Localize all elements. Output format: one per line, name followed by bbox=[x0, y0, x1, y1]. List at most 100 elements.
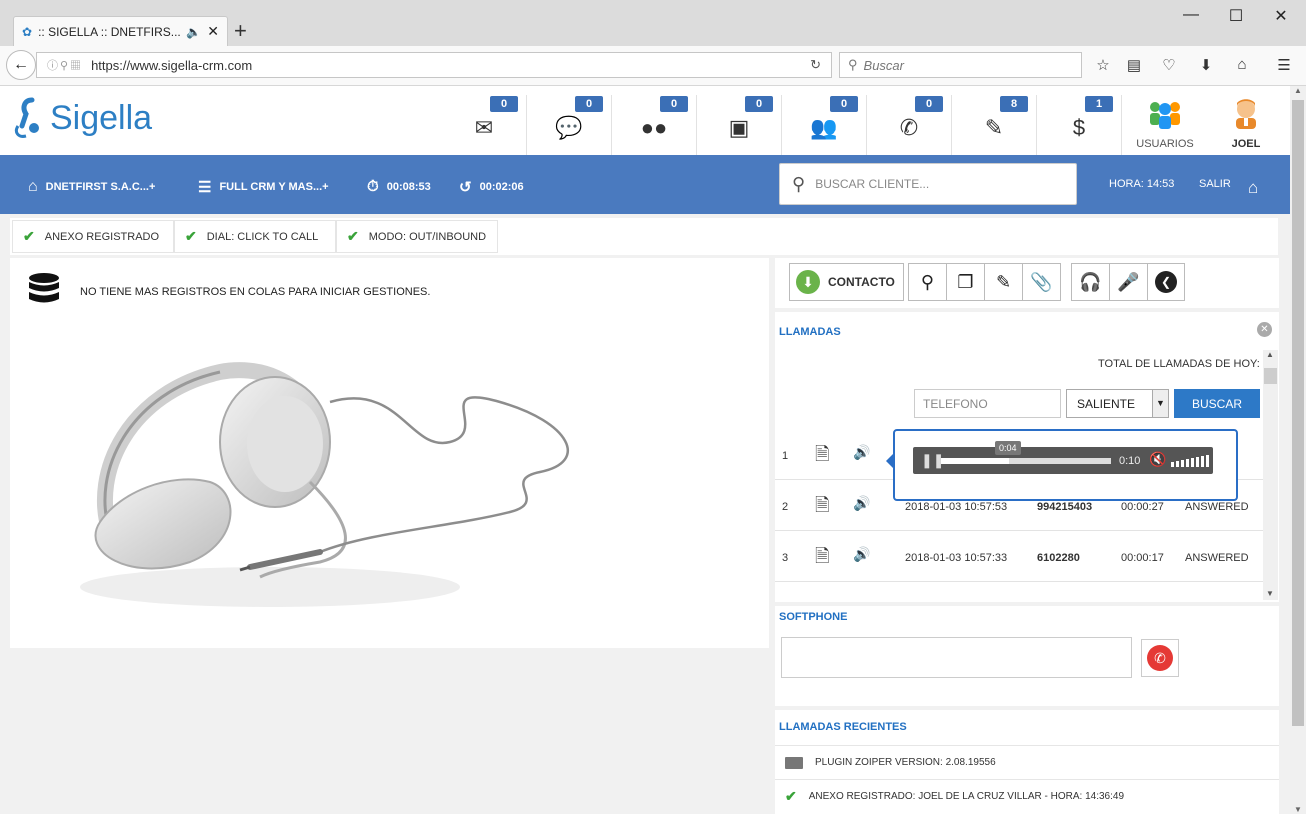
home-icon: ⌂ bbox=[28, 178, 38, 195]
user-name: JOEL bbox=[1231, 138, 1261, 150]
download-file-icon[interactable]: 🗎 bbox=[815, 544, 829, 574]
reading-list-icon[interactable]: ▤ bbox=[1124, 56, 1144, 74]
calls-scrollbar[interactable]: ▲ ▼ bbox=[1263, 350, 1278, 600]
plugin-icon bbox=[785, 756, 803, 769]
back-circle-button[interactable]: ❮ bbox=[1147, 263, 1185, 301]
download-icon[interactable]: ⬇ bbox=[1196, 56, 1216, 74]
copy-button[interactable]: ❐ bbox=[946, 263, 985, 301]
new-tab-button[interactable]: + bbox=[234, 18, 247, 44]
edit-button[interactable]: ✎ bbox=[984, 263, 1023, 301]
count-badge: 0 bbox=[745, 96, 773, 112]
user-menu[interactable]: JOEL bbox=[1206, 95, 1286, 155]
pocket-icon[interactable]: ♡ bbox=[1159, 56, 1179, 74]
close-window-button[interactable]: ✕ bbox=[1266, 6, 1296, 26]
download-circle-icon: ⬇ bbox=[796, 270, 820, 294]
clock-label: HORA: 14:53 bbox=[1109, 178, 1175, 190]
search-contact-button[interactable]: ⚲ bbox=[908, 263, 947, 301]
page-scroll-thumb[interactable] bbox=[1292, 100, 1304, 726]
sms-icon: 💬 bbox=[555, 115, 583, 140]
reload-icon[interactable]: ↻ bbox=[810, 57, 821, 73]
browser-search-input[interactable]: ⚲ Buscar bbox=[839, 52, 1082, 78]
header-envelope-button[interactable]: ✉ 0 bbox=[442, 95, 527, 155]
scroll-thumb[interactable] bbox=[1264, 368, 1277, 384]
users-group-icon: 👥 bbox=[810, 115, 838, 140]
search-icon: ⚲ bbox=[848, 57, 858, 72]
back-circle-icon: ❮ bbox=[1155, 271, 1177, 293]
play-audio-icon[interactable]: 🔊 bbox=[853, 495, 870, 512]
chevron-down-icon: ▼ bbox=[1152, 390, 1168, 417]
queue-message: NO TIENE MAS REGISTROS EN COLAS PARA INI… bbox=[80, 286, 431, 298]
scroll-up-icon[interactable]: ▲ bbox=[1294, 86, 1302, 95]
close-panel-icon[interactable]: ✕ bbox=[1257, 322, 1272, 337]
header-voicemail-button[interactable]: ●● 0 bbox=[612, 95, 697, 155]
stopwatch-icon: ⏱ bbox=[367, 178, 379, 195]
client-search-input[interactable]: ⚲ BUSCAR CLIENTE... bbox=[779, 163, 1077, 205]
header-zoiper-button[interactable]: ▣ 0 bbox=[697, 95, 782, 155]
bookmark-star-icon[interactable]: ☆ bbox=[1093, 56, 1113, 74]
envelope-icon: ✉ bbox=[474, 115, 494, 140]
sigella-logo[interactable]: Sigella bbox=[12, 96, 152, 140]
header-users-group-button[interactable]: 👥 0 bbox=[782, 95, 867, 155]
softphone-number-input[interactable] bbox=[781, 637, 1132, 678]
download-file-icon[interactable]: 🗎 bbox=[815, 493, 829, 523]
url-bar[interactable]: ⓘ⚲▦ https://www.sigella-crm.com ↻ bbox=[36, 52, 832, 78]
buscar-button[interactable]: BUSCAR bbox=[1174, 389, 1260, 418]
phone-call-icon: ✆ bbox=[899, 115, 919, 140]
logo-text: Sigella bbox=[50, 98, 153, 137]
microphone-button[interactable]: 🎤 bbox=[1109, 263, 1148, 301]
page-scrollbar[interactable]: ▲ ▼ bbox=[1290, 86, 1306, 814]
home-exit-icon[interactable]: ⌂ bbox=[1248, 178, 1258, 198]
site-info-icon[interactable]: ⓘ⚲▦ bbox=[47, 57, 83, 73]
session-bar bbox=[0, 155, 1290, 214]
site-favicon-icon: ✿ bbox=[22, 24, 33, 39]
scroll-up-icon[interactable]: ▲ bbox=[1266, 350, 1274, 359]
company-selector[interactable]: ⌂ DNETFIRST S.A.C...+ bbox=[28, 178, 155, 196]
status-dial: ✔ DIAL: CLICK TO CALL bbox=[174, 220, 336, 253]
header-phone-call-button[interactable]: ✆ 0 bbox=[867, 95, 952, 155]
close-tab-icon[interactable]: ✕ bbox=[207, 23, 219, 40]
mute-icon[interactable]: 🔇 bbox=[1149, 451, 1166, 468]
check-icon: ✔ bbox=[23, 228, 35, 244]
hangup-button[interactable]: ✆ bbox=[1141, 639, 1179, 677]
tab-title: :: SIGELLA :: DNETFIRS... bbox=[38, 24, 181, 39]
headset-logo-icon bbox=[14, 97, 39, 138]
audio-seekbar[interactable] bbox=[941, 458, 1111, 464]
check-icon: ✔ bbox=[185, 228, 197, 244]
speaker-icon[interactable]: 🔈 bbox=[186, 25, 201, 39]
users-colored-icon bbox=[1150, 102, 1180, 129]
home-icon[interactable]: ⌂ bbox=[1232, 56, 1252, 73]
edit-icon: ✎ bbox=[995, 271, 1012, 292]
count-badge: 0 bbox=[575, 96, 603, 112]
logout-link[interactable]: SALIR bbox=[1199, 178, 1231, 190]
audio-duration: 0:10 bbox=[1119, 455, 1141, 467]
list-item: PLUGIN ZOIPER VERSION: 2.08.19556 bbox=[775, 745, 1279, 779]
copy-icon: ❐ bbox=[957, 271, 974, 292]
scroll-down-icon[interactable]: ▼ bbox=[1294, 805, 1302, 814]
play-audio-icon[interactable]: 🔊 bbox=[853, 546, 870, 563]
header-edit-button[interactable]: ✎ 8 bbox=[952, 95, 1037, 155]
count-badge: 0 bbox=[830, 96, 858, 112]
back-button[interactable]: ← bbox=[6, 50, 36, 80]
attach-button[interactable]: 📎 bbox=[1022, 263, 1061, 301]
play-audio-icon[interactable]: 🔊 bbox=[853, 444, 870, 461]
minimize-button[interactable]: — bbox=[1176, 6, 1206, 24]
headset-button[interactable]: 🎧 bbox=[1071, 263, 1110, 301]
browser-tab[interactable]: ✿ :: SIGELLA :: DNETFIRS... 🔈 ✕ bbox=[13, 16, 228, 46]
headphones-illustration bbox=[80, 362, 569, 607]
avatar bbox=[1236, 99, 1256, 129]
header-sms-button[interactable]: 💬 0 bbox=[527, 95, 612, 155]
usuarios-button[interactable]: USUARIOS bbox=[1125, 95, 1205, 155]
telefono-input[interactable]: TELEFONO bbox=[914, 389, 1061, 418]
llamadas-title: LLAMADAS bbox=[779, 326, 841, 338]
session-timer: ⏱ 00:08:53 bbox=[367, 178, 431, 195]
volume-bars[interactable] bbox=[1171, 455, 1209, 467]
direction-select[interactable]: SALIENTE ▼ bbox=[1066, 389, 1169, 418]
maximize-button[interactable]: ☐ bbox=[1221, 6, 1251, 26]
download-file-icon[interactable]: 🗎 bbox=[815, 442, 829, 472]
contacto-button[interactable]: ⬇ CONTACTO bbox=[789, 263, 904, 301]
scroll-down-icon[interactable]: ▼ bbox=[1266, 589, 1274, 598]
campaign-selector[interactable]: ☰ FULL CRM Y MAS...+ bbox=[198, 178, 329, 196]
menu-icon[interactable]: ☰ bbox=[1274, 56, 1294, 74]
header-dollar-button[interactable]: $1 bbox=[1037, 95, 1122, 155]
count-badge: 0 bbox=[915, 96, 943, 112]
